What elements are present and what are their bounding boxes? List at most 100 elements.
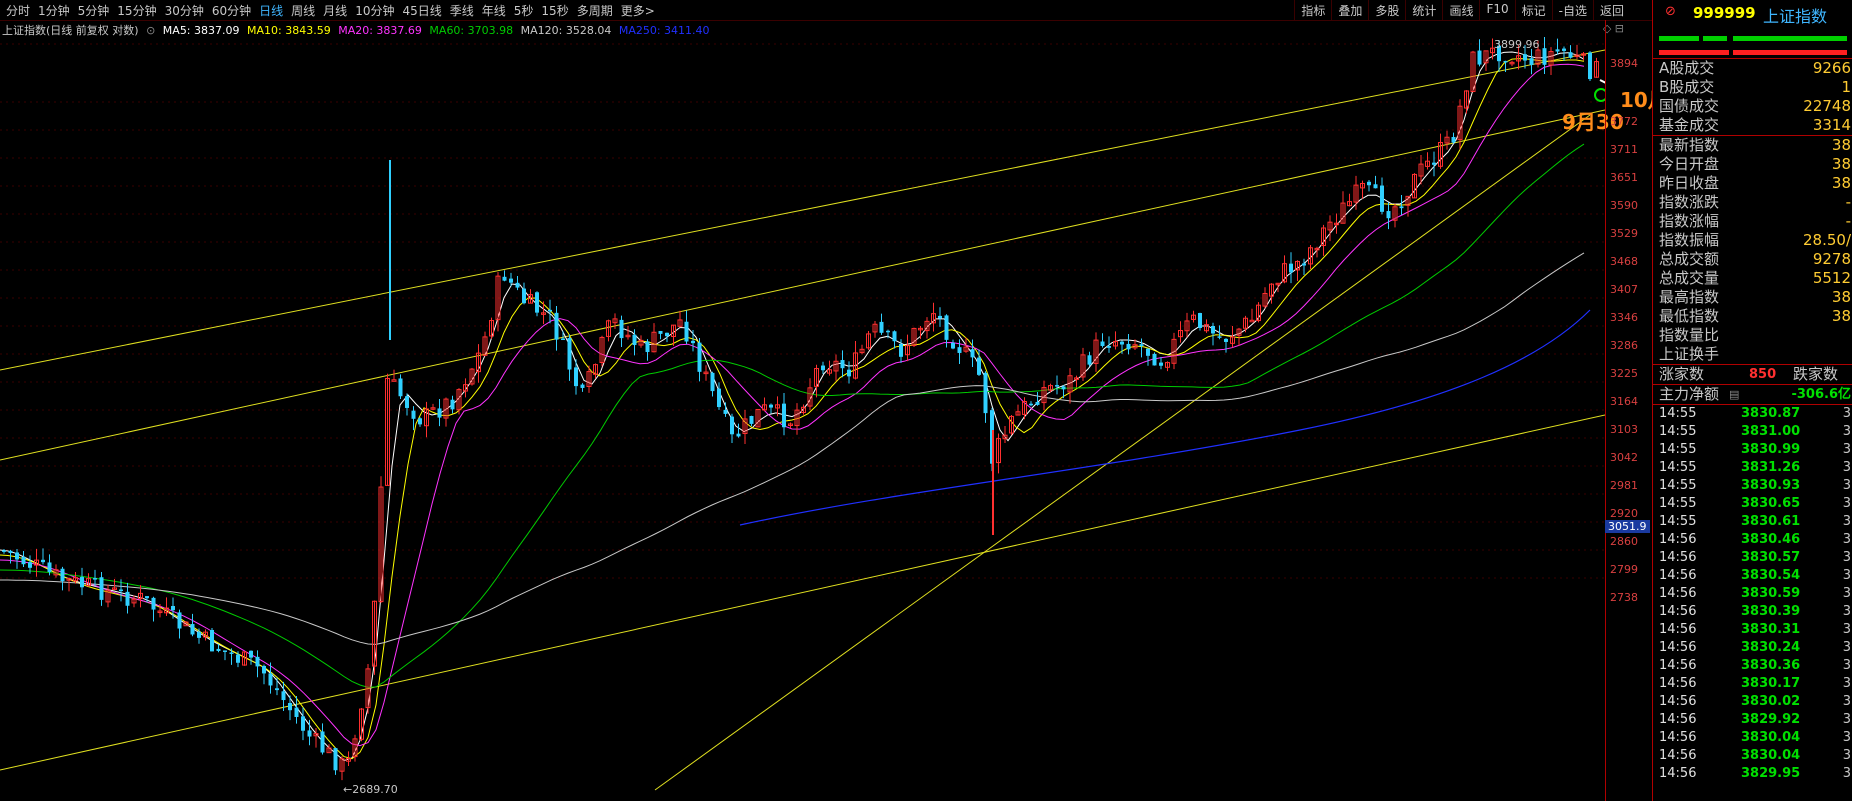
candle-body xyxy=(717,388,721,408)
tool-button-3[interactable]: 统计 xyxy=(1405,0,1442,21)
candle-body xyxy=(1373,184,1378,189)
period-tab-6[interactable]: 日线 xyxy=(255,2,287,19)
candle-body xyxy=(1087,355,1092,365)
up-bar xyxy=(1659,36,1699,41)
candle-body xyxy=(1107,346,1111,348)
stat-label: A股成交 xyxy=(1659,59,1715,77)
stat-label: 指数振幅 xyxy=(1659,231,1720,249)
period-tab-13[interactable]: 5秒 xyxy=(510,2,538,19)
candle-body xyxy=(821,365,825,371)
period-tab-14[interactable]: 15秒 xyxy=(537,2,572,19)
tick-row: 14:56 3830.04 3 xyxy=(1653,729,1852,747)
candle-body xyxy=(1588,52,1592,80)
period-tab-15[interactable]: 多周期 xyxy=(573,2,617,19)
candle-body xyxy=(1529,58,1534,65)
tool-button-6[interactable]: 标记 xyxy=(1514,0,1552,21)
volume-stats: A股成交 9266 B股成交 1 国债成交 22748 基金成交 3314 xyxy=(1653,59,1852,136)
tick-time: 14:55 xyxy=(1659,442,1697,457)
period-tab-10[interactable]: 45日线 xyxy=(398,2,445,19)
stat-row: B股成交 1 xyxy=(1653,78,1852,97)
tool-button-0[interactable]: 指标 xyxy=(1294,0,1331,21)
candle-body xyxy=(1120,341,1124,345)
period-tab-3[interactable]: 15分钟 xyxy=(113,2,160,19)
stat-value: 38 xyxy=(1831,174,1851,192)
tick-price: 3830.87 xyxy=(1741,406,1801,421)
candle-body xyxy=(983,372,988,414)
period-tab-4[interactable]: 30分钟 xyxy=(161,2,208,19)
refresh-icon[interactable]: ⊘ xyxy=(1665,4,1676,19)
axis-tick: 3225 xyxy=(1610,367,1638,380)
tick-row: 14:56 3830.31 3 xyxy=(1653,621,1852,639)
candle-body xyxy=(1217,336,1222,338)
stat-label: 指数量比 xyxy=(1659,326,1720,344)
period-tab-7[interactable]: 周线 xyxy=(287,2,319,19)
candle-body xyxy=(1224,338,1228,342)
period-tab-8[interactable]: 月线 xyxy=(319,2,351,19)
candle-body xyxy=(1152,353,1157,366)
candle-body xyxy=(28,562,32,568)
candle-body xyxy=(619,319,624,339)
period-tab-5[interactable]: 60分钟 xyxy=(208,2,255,19)
candle-body xyxy=(944,315,949,340)
tick-volume: 3 xyxy=(1842,712,1851,727)
candle-body xyxy=(216,648,221,651)
candle-body xyxy=(1035,401,1040,405)
candle-body xyxy=(262,665,266,674)
stat-value: 3314 xyxy=(1812,116,1851,134)
candle-body xyxy=(522,288,526,304)
candle-body xyxy=(840,360,845,369)
period-tab-12[interactable]: 年线 xyxy=(478,2,510,19)
period-tab-2[interactable]: 5分钟 xyxy=(74,2,114,19)
tick-price: 3830.57 xyxy=(1741,550,1801,565)
candle-body xyxy=(567,337,572,370)
candle-body xyxy=(509,278,513,283)
tick-price: 3829.92 xyxy=(1741,712,1801,727)
axis-tick: 3590 xyxy=(1610,199,1638,212)
candle-body xyxy=(632,334,637,346)
tool-button-4[interactable]: 画线 xyxy=(1442,0,1479,21)
period-tab-1[interactable]: 1分钟 xyxy=(34,2,74,19)
candle-body xyxy=(970,349,975,358)
tick-row: 14:55 3830.65 3 xyxy=(1653,495,1852,513)
tick-row: 14:56 3830.36 3 xyxy=(1653,657,1852,675)
main-flow-label: 主力净额 xyxy=(1659,385,1720,403)
tick-time: 14:56 xyxy=(1659,694,1697,709)
period-tab-11[interactable]: 季线 xyxy=(446,2,478,19)
index-name[interactable]: 上证指数 xyxy=(1763,3,1827,27)
tool-button-1[interactable]: 叠加 xyxy=(1331,0,1368,21)
candle-body xyxy=(769,404,773,408)
trend-line xyxy=(0,414,1605,771)
tick-price: 3830.02 xyxy=(1741,694,1801,709)
tick-row: 14:56 3830.17 3 xyxy=(1653,675,1852,693)
stat-label: 昨日收盘 xyxy=(1659,174,1720,192)
tick-volume: 3 xyxy=(1842,658,1851,673)
period-tab-16[interactable]: 更多> xyxy=(617,2,659,19)
tick-volume: 3 xyxy=(1842,568,1851,583)
stat-row: 指数涨跌 - xyxy=(1653,193,1852,212)
tick-row: 14:55 3831.00 3 xyxy=(1653,423,1852,441)
main-flow-value: -306.6亿 xyxy=(1791,387,1851,402)
tick-price: 3830.04 xyxy=(1741,748,1801,763)
tool-button-2[interactable]: 多股 xyxy=(1368,0,1405,21)
tick-time: 14:55 xyxy=(1659,478,1697,493)
flow-menu-icon[interactable]: ▤ xyxy=(1729,385,1739,404)
tool-button-5[interactable]: F10 xyxy=(1479,0,1514,21)
tick-volume: 3 xyxy=(1842,604,1851,619)
tool-button-8[interactable]: 返回 xyxy=(1592,0,1630,21)
period-tabs: 分时 1分钟 5分钟 15分钟 30分钟 60分钟 日线 周线 月线 10分钟 45日线 季线 年线 5秒… xyxy=(2,2,659,19)
tick-volume: 3 xyxy=(1842,550,1851,565)
tick-row: 14:55 3830.87 3 xyxy=(1653,405,1852,423)
candle-body xyxy=(554,312,559,340)
tool-button-7[interactable]: -自选 xyxy=(1551,0,1593,21)
tick-volume: 3 xyxy=(1842,514,1851,529)
tick-row: 14:56 3829.95 3 xyxy=(1653,765,1852,783)
tick-volume: 3 xyxy=(1842,532,1851,547)
axis-tick: 3894 xyxy=(1610,57,1638,70)
candle-body xyxy=(2,550,6,552)
stat-value: 1 xyxy=(1841,78,1851,96)
period-tab-0[interactable]: 分时 xyxy=(2,2,34,19)
kline-chart[interactable] xyxy=(0,20,1605,801)
period-tab-9[interactable]: 10分钟 xyxy=(351,2,398,19)
stat-label: 上证换手 xyxy=(1659,345,1720,363)
candle-body xyxy=(210,629,214,652)
